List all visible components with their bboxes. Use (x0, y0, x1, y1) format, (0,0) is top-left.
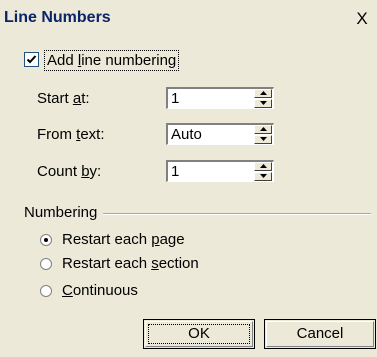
radio-selected-dot (44, 238, 48, 242)
start-at-decrement-button[interactable] (254, 99, 272, 108)
continuous-label[interactable]: Continuous (62, 281, 138, 301)
dialog-title: Line Numbers (4, 9, 111, 26)
from-text-label: From text: (37, 126, 105, 143)
from-text-value[interactable]: Auto (171, 126, 202, 144)
close-button[interactable]: X (352, 9, 372, 29)
arrow-down-icon (260, 101, 267, 105)
start-at-spinner[interactable]: 1 (166, 87, 274, 109)
arrow-up-icon (260, 91, 267, 95)
add-line-numbering-checkbox[interactable] (24, 52, 39, 67)
title-bar[interactable]: Line Numbers X (0, 0, 377, 36)
ok-button-label: OK (188, 325, 210, 342)
restart-each-page-label[interactable]: Restart each page (62, 230, 185, 250)
checkmark-icon (26, 55, 37, 64)
line-numbers-dialog: Line Numbers X Add line numbering Start … (0, 0, 377, 357)
restart-each-section-label[interactable]: Restart each section (62, 254, 199, 274)
count-by-decrement-button[interactable] (254, 172, 272, 181)
count-by-label: Count by: (37, 163, 102, 180)
arrow-up-icon (260, 127, 267, 131)
from-text-increment-button[interactable] (254, 125, 272, 134)
from-text-decrement-button[interactable] (254, 135, 272, 144)
continuous-radio[interactable] (40, 285, 52, 297)
start-at-label: Start at: (37, 90, 90, 107)
count-by-spinner[interactable]: 1 (166, 160, 274, 182)
close-icon: X (356, 9, 368, 28)
count-by-value[interactable]: 1 (171, 163, 179, 181)
restart-each-section-radio[interactable] (40, 258, 52, 270)
cancel-button[interactable]: Cancel (264, 319, 376, 349)
restart-each-page-radio[interactable] (40, 234, 52, 246)
numbering-group-label: Numbering (24, 203, 104, 223)
arrow-down-icon (260, 174, 267, 178)
arrow-up-icon (260, 164, 267, 168)
start-at-value[interactable]: 1 (171, 90, 179, 108)
count-by-increment-button[interactable] (254, 162, 272, 171)
start-at-increment-button[interactable] (254, 89, 272, 98)
add-line-numbering-label[interactable]: Add line numbering (44, 50, 180, 71)
ok-button[interactable]: OK (143, 319, 255, 349)
cancel-button-label: Cancel (296, 325, 344, 342)
from-text-spinner[interactable]: Auto (166, 123, 274, 145)
arrow-down-icon (260, 137, 267, 141)
